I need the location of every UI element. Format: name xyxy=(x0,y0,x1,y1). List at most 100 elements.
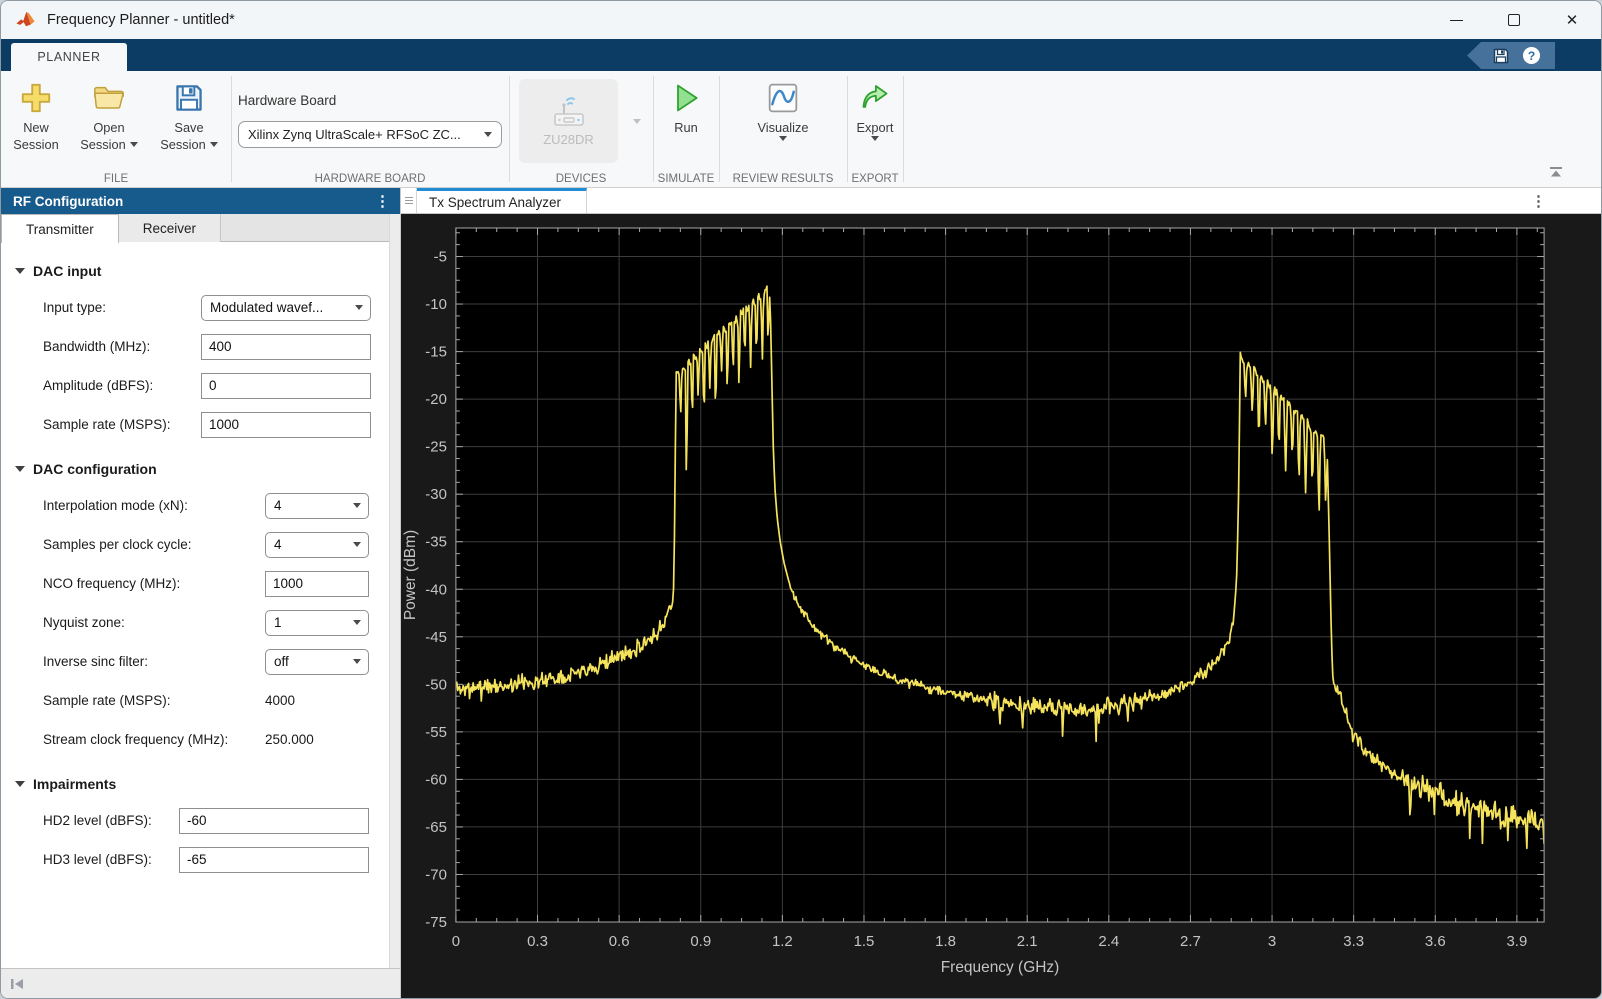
collapse-ribbon-button[interactable] xyxy=(1549,165,1563,183)
section-header-impairments[interactable]: Impairments xyxy=(15,771,400,797)
export-button[interactable]: Export xyxy=(847,77,903,141)
nco-frequency-mhz-input[interactable] xyxy=(265,570,369,597)
ribbon: New Session Open Session Save Session FI… xyxy=(1,71,1601,188)
chevron-down-icon xyxy=(353,620,361,625)
maximize-icon xyxy=(1508,14,1520,26)
collapse-triangle-icon xyxy=(15,268,25,274)
chevron-down-icon xyxy=(484,132,492,137)
interpolation-mode-value: 4 xyxy=(274,498,282,513)
svg-text:2.4: 2.4 xyxy=(1098,933,1119,950)
hd3-level-dbfs-input[interactable] xyxy=(179,846,369,873)
section-header-dac-configuration[interactable]: DAC configuration xyxy=(15,456,400,482)
ribbon-group-label: EXPORT xyxy=(851,173,899,185)
collapse-panel-button[interactable] xyxy=(9,977,25,991)
ribbon-group-hardware-board: Hardware Board Xilinx Zynq UltraScale+ R… xyxy=(231,71,509,188)
field-row-inverse-sinc-filter: Inverse sinc filter: off xyxy=(1,642,400,681)
run-button[interactable]: Run xyxy=(656,77,716,136)
tab-tx-spectrum-analyzer[interactable]: Tx Spectrum Analyzer xyxy=(417,188,587,213)
section-title: DAC configuration xyxy=(33,461,157,477)
field-row-hd3-level-dbfs: HD3 level (dBFS): xyxy=(1,840,400,879)
maximize-button[interactable] xyxy=(1485,1,1543,39)
panel-menu-icon[interactable]: ⋮ xyxy=(375,194,390,209)
chevron-down-icon xyxy=(209,142,218,147)
spectrum-tab-bar: Tx Spectrum Analyzer ⋮ xyxy=(401,188,1601,214)
title-bar: Frequency Planner - untitled* ✕ xyxy=(1,1,1601,39)
svg-text:1.2: 1.2 xyxy=(772,933,793,950)
visualize-button[interactable]: Visualize xyxy=(745,77,821,141)
ribbon-group-export: Export EXPORT xyxy=(847,71,903,188)
radio-device-icon xyxy=(547,96,591,130)
tab-planner[interactable]: PLANNER xyxy=(11,43,127,71)
svg-text:-20: -20 xyxy=(425,391,447,408)
hardware-board-label: Hardware Board xyxy=(238,93,337,108)
amplitude-dbfs-label: Amplitude (dBFS): xyxy=(43,378,154,393)
hardware-board-dropdown[interactable]: Xilinx Zynq UltraScale+ RFSoC ZC... xyxy=(238,121,502,148)
new-session-button[interactable]: New Session xyxy=(7,77,65,153)
minimize-icon xyxy=(1449,19,1463,21)
quick-access-bar: ? xyxy=(1467,42,1555,69)
rf-configuration-panel: RF Configuration ⋮ Transmitter Receiver … xyxy=(1,188,401,998)
save-floppy-icon xyxy=(151,77,227,119)
svg-text:2.1: 2.1 xyxy=(1017,933,1038,950)
input-type-value: Modulated wavef... xyxy=(210,300,324,315)
sample-rate-msps-input[interactable] xyxy=(201,411,371,438)
inverse-sinc-filter-dropdown[interactable]: off xyxy=(265,648,369,675)
hd2-level-dbfs-input[interactable] xyxy=(179,807,369,834)
svg-text:0.3: 0.3 xyxy=(527,933,548,950)
interpolation-mode-dropdown[interactable]: 4 xyxy=(265,492,369,519)
group-separator xyxy=(903,76,904,182)
svg-text:-35: -35 xyxy=(425,534,447,551)
svg-text:Power (dBm): Power (dBm) xyxy=(402,530,419,620)
save-session-button[interactable]: Save Session xyxy=(151,77,227,153)
svg-text:-25: -25 xyxy=(425,439,447,456)
nco-frequency-mhz-label: NCO frequency (MHz): xyxy=(43,576,181,591)
chevron-down-icon xyxy=(353,503,361,508)
spectrum-plot[interactable]: 0 0.3 0.6 0.9 1.2 1.5 1.8 2.1 2.4 2.7 3 3.3 3.6 3.9 -5… xyxy=(401,214,1601,998)
device-zu28dr-button[interactable]: ZU28DR xyxy=(519,79,618,163)
svg-text:-45: -45 xyxy=(425,629,447,646)
field-row-input-type: Input type: Modulated wavef... xyxy=(1,288,400,327)
ribbon-group-label: FILE xyxy=(103,173,129,185)
svg-text:0.9: 0.9 xyxy=(690,933,711,950)
close-icon: ✕ xyxy=(1565,11,1579,29)
run-play-icon xyxy=(656,77,716,119)
device-dropdown-button[interactable] xyxy=(623,79,651,163)
visualize-sine-icon xyxy=(745,77,821,119)
input-type-dropdown[interactable]: Modulated wavef... xyxy=(201,294,371,321)
field-row-bandwidth-mhz: Bandwidth (MHz): xyxy=(1,327,400,366)
help-button[interactable]: ? xyxy=(1522,46,1541,65)
hd3-level-dbfs-label: HD3 level (dBFS): xyxy=(43,852,152,867)
svg-text:3.9: 3.9 xyxy=(1506,933,1527,950)
field-row-amplitude-dbfs: Amplitude (dBFS): xyxy=(1,366,400,405)
svg-text:Frequency (GHz): Frequency (GHz) xyxy=(941,959,1060,976)
chevron-down-icon xyxy=(871,136,879,141)
minimize-button[interactable] xyxy=(1427,1,1485,39)
inverse-sinc-filter-value: off xyxy=(274,654,289,669)
field-row-dac-sample-rate-msps: Sample rate (MSPS): 4000 xyxy=(1,681,400,720)
quick-save-button[interactable] xyxy=(1492,47,1510,65)
nyquist-zone-dropdown[interactable]: 1 xyxy=(265,609,369,636)
device-name: ZU28DR xyxy=(543,131,594,147)
main-area: RF Configuration ⋮ Transmitter Receiver … xyxy=(1,188,1601,998)
spectrum-menu-icon[interactable]: ⋮ xyxy=(1531,192,1546,210)
matlab-logo-icon xyxy=(15,9,37,31)
chevron-down-icon xyxy=(779,136,787,141)
amplitude-dbfs-input[interactable] xyxy=(201,372,371,399)
close-button[interactable]: ✕ xyxy=(1543,1,1601,39)
bandwidth-mhz-input[interactable] xyxy=(201,333,371,360)
tab-receiver[interactable]: Receiver xyxy=(118,214,222,242)
open-session-button[interactable]: Open Session xyxy=(71,77,147,153)
inverse-sinc-filter-label: Inverse sinc filter: xyxy=(43,654,149,669)
tab-transmitter[interactable]: Transmitter xyxy=(1,214,119,243)
field-row-sample-rate-msps: Sample rate (MSPS): xyxy=(1,405,400,444)
field-row-nyquist-zone: Nyquist zone: 1 xyxy=(1,603,400,642)
panel-bottom-bar xyxy=(1,968,400,998)
panel-drag-handle[interactable] xyxy=(401,188,417,213)
stream-clock-frequency-mhz-label: Stream clock frequency (MHz): xyxy=(43,732,229,747)
ribbon-group-label: SIMULATE xyxy=(657,173,715,185)
samples-per-clock-cycle-dropdown[interactable]: 4 xyxy=(265,531,369,558)
chevron-down-icon xyxy=(353,542,361,547)
collapse-triangle-icon xyxy=(15,466,25,472)
svg-text:0: 0 xyxy=(452,933,460,950)
section-header-dac-input[interactable]: DAC input xyxy=(15,258,400,284)
